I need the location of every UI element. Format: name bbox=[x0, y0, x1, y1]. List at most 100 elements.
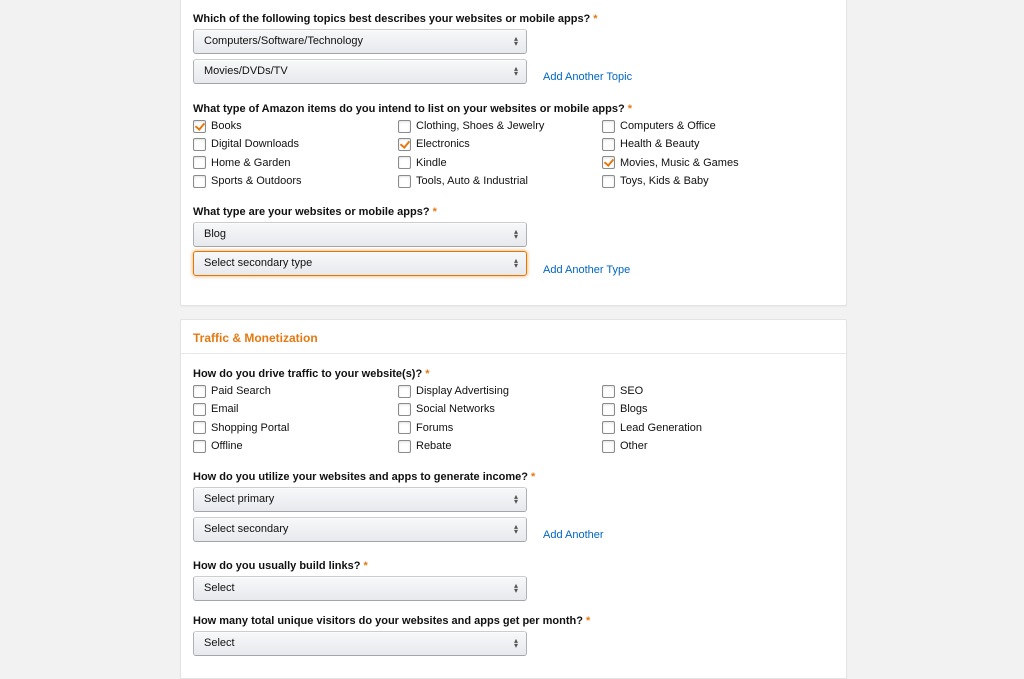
checkbox-icon[interactable] bbox=[398, 439, 411, 453]
checkbox-option[interactable]: Health & Beauty bbox=[602, 136, 700, 152]
checkbox-label: Health & Beauty bbox=[620, 138, 700, 151]
select-arrows-icon: ▴ ▾ bbox=[513, 581, 518, 595]
site-type-question-text: What type are your websites or mobile ap… bbox=[193, 206, 430, 218]
checkbox-icon[interactable] bbox=[193, 439, 206, 453]
checkbox-option[interactable]: SEO bbox=[602, 383, 643, 399]
checkbox-icon[interactable] bbox=[193, 174, 206, 188]
checkbox-icon[interactable] bbox=[193, 384, 206, 398]
select-arrows-icon: ▴ ▾ bbox=[513, 34, 518, 48]
checkbox-label: Forums bbox=[416, 421, 454, 434]
checkbox-option[interactable]: Paid Search bbox=[193, 383, 271, 399]
income-primary-select[interactable]: Select primary ▴ ▾ bbox=[193, 487, 527, 512]
checkbox-label: Digital Downloads bbox=[211, 138, 300, 151]
required-mark: * bbox=[425, 368, 430, 380]
checkbox-option[interactable]: Rebate bbox=[398, 438, 451, 454]
checkbox-option[interactable]: Shopping Portal bbox=[193, 420, 289, 436]
visitors-value: Select bbox=[204, 637, 235, 649]
checkbox-option[interactable]: Display Advertising bbox=[398, 383, 509, 399]
checkbox-option[interactable]: Digital Downloads bbox=[193, 136, 299, 152]
checkbox-option[interactable]: Electronics bbox=[398, 136, 470, 152]
checkbox-option[interactable]: Forums bbox=[398, 420, 453, 436]
checkbox-label: Clothing, Shoes & Jewelry bbox=[416, 120, 545, 132]
checkbox-label: Electronics bbox=[416, 138, 470, 151]
checkbox-icon[interactable] bbox=[602, 402, 615, 416]
site-details-card: Which of the following topics best descr… bbox=[180, 0, 847, 306]
site-type-secondary-value: Select secondary type bbox=[204, 257, 313, 269]
checkbox-label: Blogs bbox=[620, 403, 648, 416]
checkbox-option[interactable]: Lead Generation bbox=[602, 420, 702, 436]
checkbox-label: Email bbox=[211, 403, 239, 416]
checkbox-icon[interactable] bbox=[398, 402, 411, 416]
checkbox-icon[interactable] bbox=[398, 156, 411, 170]
checkbox-option[interactable]: Computers & Office bbox=[602, 118, 716, 134]
income-question: How do you utilize your websites and app… bbox=[193, 471, 535, 483]
checkbox-icon[interactable] bbox=[602, 421, 615, 435]
site-type-question: What type are your websites or mobile ap… bbox=[193, 206, 437, 218]
visitors-select[interactable]: Select ▴ ▾ bbox=[193, 631, 527, 656]
select-arrows-icon: ▴ ▾ bbox=[513, 636, 518, 650]
build-links-select[interactable]: Select ▴ ▾ bbox=[193, 576, 527, 601]
checkbox-option[interactable]: Tools, Auto & Industrial bbox=[398, 173, 528, 189]
checkbox-option[interactable]: Other bbox=[602, 438, 648, 454]
site-type-primary-value: Blog bbox=[204, 228, 227, 240]
checkbox-label: Books bbox=[211, 120, 242, 132]
topic-secondary-select[interactable]: Movies/DVDs/TV ▴ ▾ bbox=[193, 59, 527, 84]
checkbox-option[interactable]: Books bbox=[193, 118, 242, 134]
add-another-type-link[interactable]: Add Another Type bbox=[543, 264, 630, 276]
select-arrows-icon: ▴ ▾ bbox=[513, 227, 518, 241]
checkbox-icon[interactable] bbox=[602, 174, 615, 188]
site-type-primary-select[interactable]: Blog ▴ ▾ bbox=[193, 222, 527, 247]
checkbox-icon[interactable] bbox=[398, 384, 411, 398]
checkbox-checked-icon[interactable] bbox=[193, 119, 206, 133]
checkbox-icon[interactable] bbox=[193, 137, 206, 151]
checkbox-option[interactable]: Social Networks bbox=[398, 401, 495, 417]
checkbox-option[interactable]: Sports & Outdoors bbox=[193, 173, 302, 189]
checkbox-icon[interactable] bbox=[602, 439, 615, 453]
checkbox-icon[interactable] bbox=[602, 137, 615, 151]
checkbox-option[interactable]: Toys, Kids & Baby bbox=[602, 173, 709, 189]
checkbox-icon[interactable] bbox=[398, 174, 411, 188]
select-arrows-icon: ▴ ▾ bbox=[513, 522, 518, 536]
select-arrows-icon: ▴ ▾ bbox=[513, 64, 518, 78]
required-mark: * bbox=[585, 615, 591, 627]
checkbox-option[interactable]: Email bbox=[193, 401, 239, 417]
checkbox-icon[interactable] bbox=[193, 421, 206, 435]
items-question-text: What type of Amazon items do you intend … bbox=[193, 103, 625, 115]
income-question-text: How do you utilize your websites and app… bbox=[193, 471, 528, 483]
add-another-topic-link[interactable]: Add Another Topic bbox=[543, 71, 632, 83]
checkbox-option[interactable]: Home & Garden bbox=[193, 155, 290, 171]
required-mark: * bbox=[432, 206, 437, 218]
checkbox-checked-icon[interactable] bbox=[398, 137, 411, 151]
checkbox-label: Other bbox=[620, 440, 648, 453]
topics-question-text: Which of the following topics best descr… bbox=[193, 13, 591, 25]
checkbox-option[interactable]: Clothing, Shoes & Jewelry bbox=[398, 118, 544, 134]
checkbox-icon[interactable] bbox=[193, 156, 206, 170]
checkbox-label: Lead Generation bbox=[620, 421, 702, 434]
checkbox-icon[interactable] bbox=[398, 119, 411, 133]
checkbox-option[interactable]: Offline bbox=[193, 438, 243, 454]
checkbox-option[interactable]: Blogs bbox=[602, 401, 648, 417]
add-another-income-link[interactable]: Add Another bbox=[543, 529, 604, 541]
checkbox-label: Movies, Music & Games bbox=[620, 156, 739, 169]
checkbox-label: Tools, Auto & Industrial bbox=[416, 175, 528, 188]
section-title: Traffic & Monetization bbox=[181, 320, 846, 354]
checkbox-label: Paid Search bbox=[211, 385, 271, 397]
checkbox-icon[interactable] bbox=[193, 402, 206, 416]
checkbox-label: Social Networks bbox=[416, 403, 495, 416]
checkbox-checked-icon[interactable] bbox=[602, 156, 615, 170]
checkbox-label: Display Advertising bbox=[416, 385, 509, 397]
topic-primary-select[interactable]: Computers/Software/Technology ▴ ▾ bbox=[193, 29, 527, 54]
checkbox-icon[interactable] bbox=[602, 384, 615, 398]
required-mark: * bbox=[627, 103, 632, 115]
checkbox-option[interactable]: Movies, Music & Games bbox=[602, 155, 739, 171]
checkbox-label: Sports & Outdoors bbox=[211, 175, 302, 188]
checkbox-icon[interactable] bbox=[398, 421, 411, 435]
required-mark: * bbox=[530, 471, 536, 483]
site-type-secondary-select[interactable]: Select secondary type ▴ ▾ bbox=[193, 251, 527, 276]
checkbox-icon[interactable] bbox=[602, 119, 615, 133]
checkbox-option[interactable]: Kindle bbox=[398, 155, 447, 171]
checkbox-label: Shopping Portal bbox=[211, 421, 290, 434]
drive-traffic-question: How do you drive traffic to your website… bbox=[193, 368, 429, 380]
build-links-value: Select bbox=[204, 582, 235, 594]
income-secondary-select[interactable]: Select secondary ▴ ▾ bbox=[193, 517, 527, 542]
